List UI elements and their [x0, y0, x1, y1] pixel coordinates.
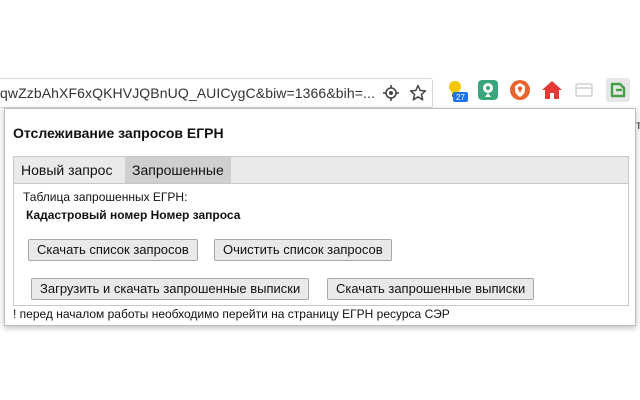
location-target-icon[interactable] — [382, 84, 400, 102]
shield-extension-icon[interactable] — [508, 78, 532, 102]
download-list-button[interactable]: Скачать список запросов — [28, 239, 198, 261]
address-bar[interactable]: qwZzbAhXF6xQKHVJQBnUQ_AUICygC&biw=1366&b… — [0, 78, 433, 108]
tab-requested[interactable]: Запрошенные — [125, 157, 231, 183]
load-and-download-extracts-button[interactable]: Загрузить и скачать запрошенные выписки — [31, 278, 310, 300]
bookmark-star-icon[interactable] — [409, 84, 427, 102]
extension-popup: Отслеживание запросов ЕГРН Новый запрос … — [4, 108, 636, 326]
extension-badge-count: 27 — [456, 93, 465, 102]
popup-title: Отслеживание запросов ЕГРН — [13, 125, 224, 141]
warning-note: ! перед началом работы необходимо перейт… — [13, 307, 450, 321]
table-header: Кадастровый номер Номер запроса — [26, 208, 241, 222]
table-caption: Таблица запрошенных ЕГРН: — [23, 190, 188, 204]
home-extension-icon[interactable] — [540, 78, 564, 102]
tab-new-request[interactable]: Новый запрос — [14, 157, 119, 183]
download-extracts-button[interactable]: Скачать запрошенные выписки — [327, 278, 535, 300]
window-extension-icon[interactable] — [572, 78, 596, 102]
location-pin-extension-icon[interactable] — [476, 78, 500, 102]
egrn-extension-icon[interactable] — [606, 78, 630, 102]
bulb-extension-icon[interactable]: 27 — [444, 78, 468, 102]
page-edge-text: т — [636, 118, 640, 132]
url-text[interactable]: qwZzbAhXF6xQKHVJQBnUQ_AUICygC&biw=1366&b… — [0, 85, 375, 101]
tab-panel: Новый запрос Запрошенные Таблица запроше… — [13, 156, 629, 306]
tab-bar: Новый запрос Запрошенные — [14, 157, 628, 184]
clear-list-button[interactable]: Очистить список запросов — [214, 239, 392, 261]
